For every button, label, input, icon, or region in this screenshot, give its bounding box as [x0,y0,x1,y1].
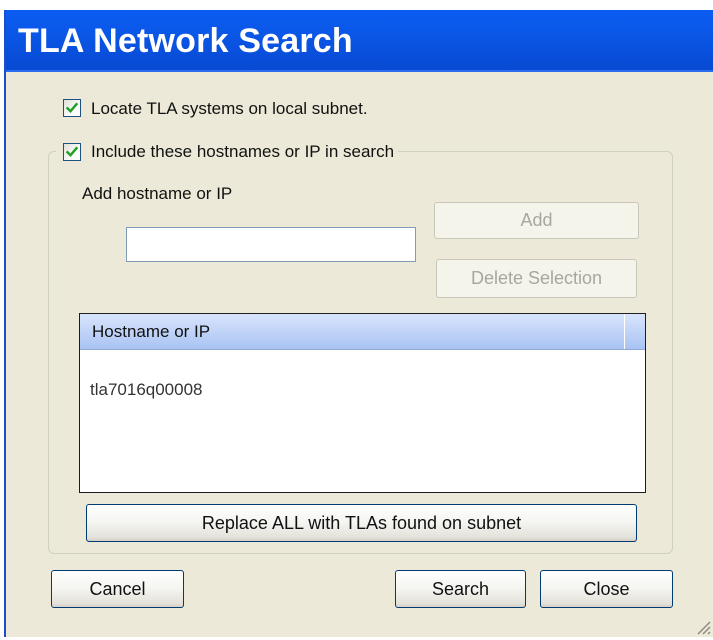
dialog-body: Locate TLA systems on local subnet. Incl… [6,72,713,637]
tla-network-search-dialog: TLA Network Search Locate TLA systems on… [4,10,713,637]
column-header-label: Hostname or IP [92,322,211,341]
resize-grip-icon[interactable] [693,617,711,635]
hostname-list[interactable]: Hostname or IP tla7016q00008 [79,313,646,493]
locate-checkbox[interactable] [63,99,81,117]
group-legend: Include these hostnames or IP in search [56,140,399,164]
search-button[interactable]: Search [395,570,526,608]
add-hostname-label: Add hostname or IP [82,184,233,203]
close-button[interactable]: Close [540,570,673,608]
checkmark-icon [65,146,79,157]
delete-selection-button[interactable]: Delete Selection [436,259,637,298]
include-checkbox[interactable] [63,143,81,161]
include-label[interactable]: Include these hostnames or IP in search [91,140,394,164]
list-header: Hostname or IP [80,314,645,350]
checkmark-icon [65,102,79,113]
add-button[interactable]: Add [434,202,639,239]
list-item[interactable]: tla7016q00008 [90,380,203,400]
title-bar[interactable]: TLA Network Search [6,10,713,72]
column-header-hostname[interactable]: Hostname or IP [80,314,625,349]
window-title: TLA Network Search [18,22,353,60]
cancel-button[interactable]: Cancel [51,570,184,608]
hostname-input[interactable] [126,227,416,262]
locate-label[interactable]: Locate TLA systems on local subnet. [91,99,368,119]
column-header-spacer [626,314,645,349]
replace-all-button[interactable]: Replace ALL with TLAs found on subnet [86,504,637,542]
